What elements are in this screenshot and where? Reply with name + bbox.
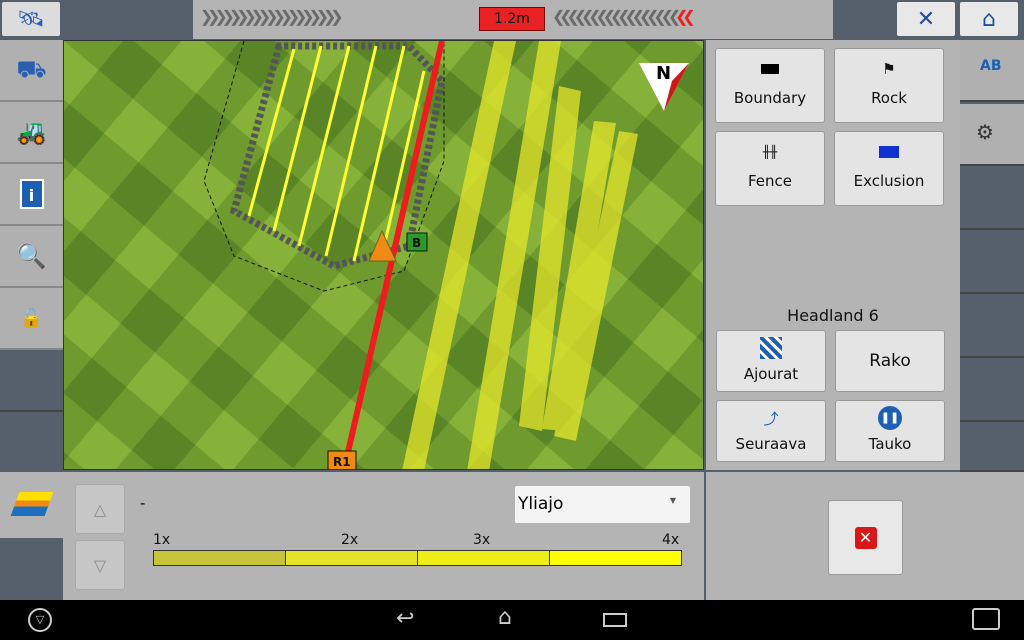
empty-slot <box>960 360 1024 422</box>
pause-icon: ❚❚ <box>878 406 902 430</box>
exclusion-label: Exclusion <box>853 172 925 190</box>
tramlines-icon <box>760 337 782 359</box>
scale-segment <box>285 550 418 566</box>
right-panel: Boundary ⚑ Rock ╫╫ Fence Exclusion Headlan… <box>706 40 960 470</box>
rako-label: Rako <box>869 351 911 371</box>
rock-label: Rock <box>871 89 907 107</box>
satellite-icon: 🛰 <box>17 6 45 32</box>
search-button[interactable]: 🔍 <box>0 226 63 288</box>
scale-label: 3x <box>473 532 491 548</box>
tractor-button[interactable]: 🚜 <box>0 102 63 164</box>
boundary-icon <box>761 64 779 74</box>
info-icon: i <box>19 179 44 209</box>
fence-button[interactable]: ╫╫ Fence <box>715 131 825 206</box>
field-map[interactable]: B R1 N <box>63 40 704 470</box>
fence-label: Fence <box>747 172 793 190</box>
headland-ab-tab[interactable]: AB <box>960 40 1024 102</box>
left-sidebar: ⛟ 🚜 i 🔍 🔓 <box>0 40 63 474</box>
home-icon[interactable]: ⌂ <box>498 605 512 630</box>
satellite-button[interactable]: 🛰 <box>2 2 60 36</box>
home-icon: ⌂ <box>982 6 996 32</box>
map-canvas: B R1 N <box>64 41 703 469</box>
magnifier-icon: 🔍 <box>16 242 47 270</box>
implement-panel: ✕ <box>706 472 1024 600</box>
scale-label: 1x <box>153 532 171 548</box>
app-logo-icon[interactable]: ▽ <box>28 608 52 632</box>
ajourat-button[interactable]: Ajourat <box>716 330 826 392</box>
back-icon[interactable]: ↩ <box>396 606 414 631</box>
tauko-label: Tauko <box>868 435 912 453</box>
mode-dropdown-value: Yliajo <box>518 494 564 514</box>
home-button[interactable]: ⌂ <box>960 2 1018 36</box>
exclusion-icon <box>879 146 899 158</box>
path-icon: ⤴ <box>763 409 779 428</box>
value-text: - <box>140 494 146 512</box>
empty-slot <box>960 424 1024 472</box>
empty-slot <box>0 412 63 474</box>
unlock-button[interactable]: 🔓 <box>0 288 63 350</box>
layers-icon <box>10 492 53 516</box>
tractor-implement-button[interactable]: ⛟ <box>0 40 63 102</box>
flag-icon: ⚑ <box>882 60 896 78</box>
screenshot-camera-icon[interactable] <box>972 608 1000 630</box>
tractor-icon: 🚜 <box>16 118 47 146</box>
seuraava-button[interactable]: ⤴ Seuraava <box>716 400 826 462</box>
compass-north: N <box>656 63 671 84</box>
marker-r1-label: R1 <box>333 455 351 469</box>
empty-slot <box>960 296 1024 358</box>
info-button[interactable]: i <box>0 164 63 226</box>
implement-disable-icon: ✕ <box>854 526 877 549</box>
fence-icon: ╫╫ <box>762 145 778 159</box>
empty-slot <box>960 232 1024 294</box>
lightbar-right-chevrons: ❮❮❮❮❮❮❮❮❮❮❮❮❮❮❮❮❮❮❮ <box>552 5 695 30</box>
boundary-label: Boundary <box>733 89 807 107</box>
scale-segment <box>153 550 286 566</box>
recent-apps-icon[interactable] <box>603 613 627 627</box>
headland-ab-icon: AB <box>980 58 1002 74</box>
implement-disable-button[interactable]: ✕ <box>828 500 903 575</box>
empty-slot <box>960 168 1024 230</box>
tauko-button[interactable]: ❚❚ Tauko <box>835 400 945 462</box>
triangle-up-icon: △ <box>93 499 107 519</box>
scale-segment <box>549 550 682 566</box>
scale-segment <box>417 550 550 566</box>
wrench-screwdriver-icon: ✕ <box>916 6 936 32</box>
marker-b-label: B <box>412 236 421 250</box>
scale-label: 4x <box>662 532 680 548</box>
empty-slot <box>0 350 63 412</box>
tools-button[interactable]: ✕ <box>897 2 955 36</box>
rock-button[interactable]: ⚑ Rock <box>834 48 944 123</box>
scale-label: 2x <box>341 532 359 548</box>
scroll-down-button[interactable]: ▽ <box>75 540 125 590</box>
lightbar-left-chevrons: ❯❯❯❯❯❯❯❯❯❯❯❯❯❯❯❯❯❯❯ <box>200 5 344 30</box>
scroll-up-button[interactable]: △ <box>75 484 125 534</box>
headland-title: Headland 6 <box>787 306 879 325</box>
coverage-panel: △ ▽ - Yliajo ▼ 1x 2x 3x 4x <box>0 472 704 600</box>
boundary-button[interactable]: Boundary <box>715 48 825 123</box>
ajourat-label: Ajourat <box>743 365 799 383</box>
android-nav-bar: ▽ ↩ ⌂ <box>0 600 1024 640</box>
seuraava-label: Seuraava <box>735 435 807 453</box>
offset-distance: 1.2m <box>479 7 545 31</box>
empty-slot <box>0 538 63 600</box>
unlock-icon: 🔓 <box>20 307 43 329</box>
exclusion-button[interactable]: Exclusion <box>834 131 944 206</box>
layers-button[interactable] <box>0 472 63 536</box>
rako-button[interactable]: Rako <box>835 330 945 392</box>
implement-tab[interactable]: ⚙ <box>960 104 1024 166</box>
mode-dropdown[interactable]: Yliajo ▼ <box>515 486 690 523</box>
triangle-down-icon: ▽ <box>93 555 107 575</box>
implement-icon: ⚙ <box>976 120 994 144</box>
tractor-implement-icon: ⛟ <box>16 54 47 83</box>
dropdown-arrow-icon: ▼ <box>669 496 676 505</box>
